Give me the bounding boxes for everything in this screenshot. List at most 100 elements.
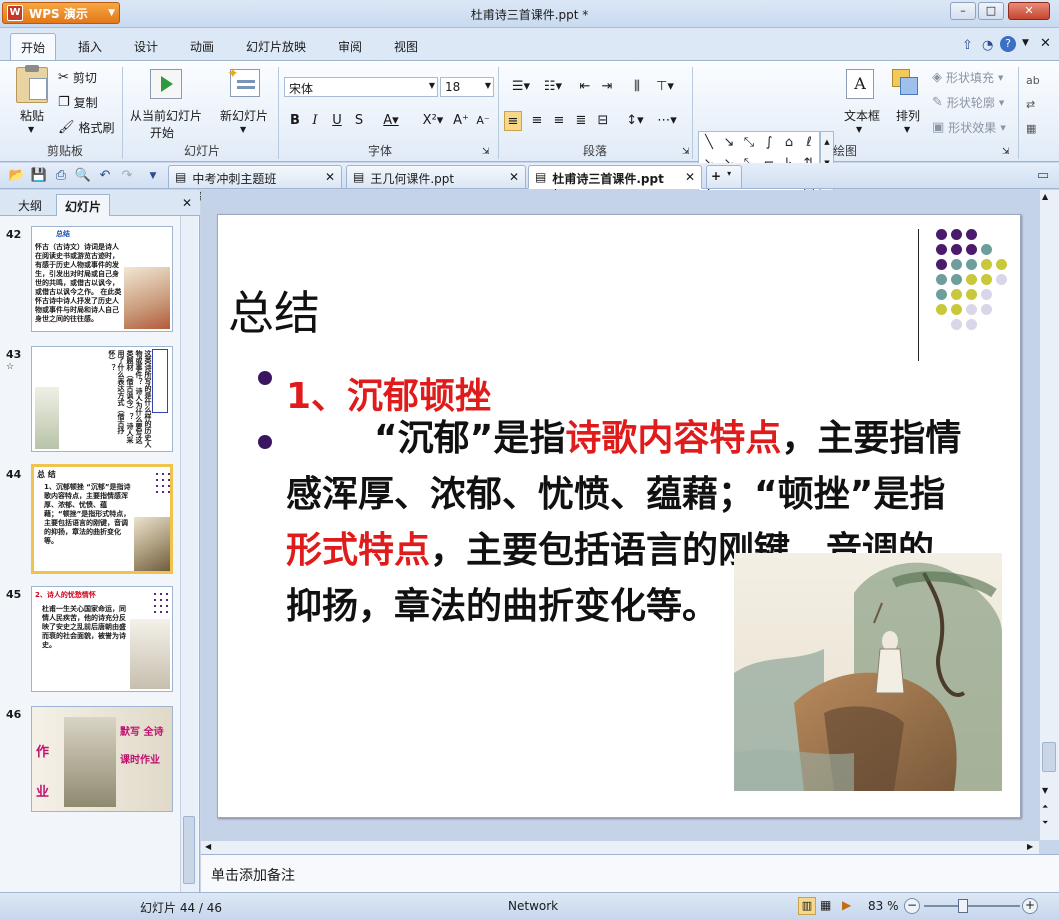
increase-font-button[interactable]: A⁺ bbox=[452, 111, 470, 131]
close-tab-icon[interactable]: ✕ bbox=[675, 170, 695, 188]
tab-list-icon[interactable]: ▭ bbox=[1034, 167, 1052, 185]
maximize-button[interactable]: □ bbox=[978, 2, 1004, 20]
copy-button[interactable]: ❐ 复制 bbox=[58, 94, 98, 111]
up-arrow-icon[interactable]: ⇧ bbox=[962, 38, 973, 53]
close-button[interactable]: ✕ bbox=[1008, 2, 1050, 20]
tab-design[interactable]: 设计 bbox=[134, 38, 158, 55]
chevron-down-icon[interactable]: ▼ bbox=[856, 125, 862, 134]
open-folder-icon[interactable]: 📂 bbox=[8, 167, 26, 185]
notes-pane[interactable]: 单击添加备注 bbox=[201, 854, 1059, 892]
tab-outline[interactable]: 大纲 bbox=[10, 194, 50, 216]
close-tab-icon[interactable]: ✕ bbox=[315, 170, 335, 188]
tab-animation[interactable]: 动画 bbox=[190, 38, 214, 55]
slide-thumbnail-44[interactable]: 总 结 1、沉郁顿挫 “沉郁”是指诗歌内容特点，主要指情感浑厚、浓郁、忧愤、蕴藉… bbox=[31, 464, 173, 574]
scroll-right-icon[interactable]: ▶ bbox=[1027, 842, 1033, 851]
paste-button[interactable]: 粘贴 bbox=[20, 107, 44, 124]
numbering-button[interactable]: ☷▾ bbox=[538, 77, 568, 97]
zoom-in-button[interactable]: + bbox=[1022, 898, 1038, 914]
play-from-current-start[interactable]: 开始 bbox=[150, 124, 174, 141]
slide-title[interactable]: 总结 bbox=[228, 277, 320, 343]
decrease-indent-button[interactable]: ⇤ bbox=[576, 77, 594, 97]
shape-effect-button[interactable]: ▣ 形状效果 ▼ bbox=[932, 119, 1006, 136]
strikethrough-button[interactable]: S bbox=[350, 111, 368, 131]
overflow-icons[interactable]: ab ⇄ ▦ bbox=[1026, 69, 1040, 141]
redo-icon[interactable]: ↷ bbox=[118, 167, 136, 185]
dialog-launcher-icon[interactable]: ⇲ bbox=[482, 147, 490, 157]
tab-view[interactable]: 视图 bbox=[394, 38, 418, 55]
text-direction-button[interactable]: ⫼ bbox=[628, 77, 646, 97]
tab-home[interactable]: 开始 bbox=[10, 33, 57, 60]
font-color-button[interactable]: A▾ bbox=[378, 111, 404, 131]
chevron-down-icon[interactable]: ▼ bbox=[904, 125, 910, 134]
slide-thumbnail-45[interactable]: 2、诗人的忧愁情怀 杜甫一生关心国家命运，同情人民疾苦，他的诗充分反映了安史之乱… bbox=[31, 586, 173, 692]
slideshow-view-icon[interactable]: ▶ bbox=[842, 898, 851, 912]
zoom-out-button[interactable]: − bbox=[904, 898, 920, 914]
slide-thumbnail-43[interactable]: 这类诗所写的是什么样的历史人物或事件？ 诗人为什么要写这类题材（借古讽今）？ 诗… bbox=[31, 346, 173, 452]
align-right-button[interactable]: ≡ bbox=[550, 111, 568, 131]
scroll-up-icon[interactable]: ▲ bbox=[1042, 192, 1048, 201]
font-size-select[interactable]: 18 ▼ bbox=[440, 77, 494, 97]
shape-fill-button[interactable]: ◈ 形状填充 ▼ bbox=[932, 69, 1003, 86]
superscript-button[interactable]: X²▾ bbox=[420, 111, 446, 131]
skin-icon[interactable]: ◔ bbox=[982, 38, 993, 53]
chevron-down-icon[interactable]: ▼ bbox=[1022, 38, 1029, 48]
increase-indent-button[interactable]: ⇥ bbox=[598, 77, 616, 97]
undo-icon[interactable]: ↶ bbox=[96, 167, 114, 185]
scroll-thumb[interactable] bbox=[183, 816, 195, 884]
close-icon[interactable]: ✕ bbox=[1040, 36, 1051, 51]
zoom-slider-handle[interactable] bbox=[958, 899, 968, 913]
italic-button[interactable]: I bbox=[306, 111, 324, 131]
double-arrow-shape-icon[interactable]: ⤡ bbox=[739, 132, 759, 153]
freeform-shape-icon[interactable]: ⌂ bbox=[779, 132, 799, 153]
scribble-shape-icon[interactable]: ℓ bbox=[799, 132, 819, 153]
font-name-select[interactable]: 宋体 ▼ bbox=[284, 77, 438, 97]
cut-button[interactable]: ✂ 剪切 bbox=[58, 69, 97, 86]
document-tab-active[interactable]: ▤杜甫诗三首课件.ppt *✕ bbox=[528, 165, 702, 201]
new-tab-button[interactable]: + ▾ bbox=[706, 165, 742, 189]
tab-insert[interactable]: 插入 bbox=[78, 38, 102, 55]
scroll-thumb[interactable] bbox=[1042, 742, 1056, 772]
minimize-button[interactable]: – bbox=[950, 2, 976, 20]
dialog-launcher-icon[interactable]: ⇲ bbox=[682, 147, 690, 157]
document-tab[interactable]: ▤中考冲刺主题班会.ppt *✕ bbox=[168, 165, 342, 203]
document-tab[interactable]: ▤ 王几何课件.ppt ✕ bbox=[346, 165, 526, 189]
slide-thumbnail-42[interactable]: 总结 怀古（古诗文）诗词是诗人在阅读史书或游览古迹时，有感于历史人物或事件的发生… bbox=[31, 226, 173, 332]
close-tab-icon[interactable]: ✕ bbox=[499, 170, 519, 188]
decrease-font-button[interactable]: A⁻ bbox=[474, 111, 492, 131]
bold-button[interactable]: B bbox=[286, 111, 304, 131]
arrange-button[interactable]: 排列 bbox=[896, 107, 920, 124]
chevron-down-icon[interactable]: ▼ bbox=[28, 125, 34, 134]
shape-outline-button[interactable]: ✎ 形状轮廓 ▼ bbox=[932, 94, 1004, 111]
line-shape-icon[interactable]: ╲ bbox=[699, 132, 719, 153]
curve-shape-icon[interactable]: ∫ bbox=[759, 132, 779, 153]
panel-scrollbar[interactable] bbox=[180, 216, 198, 892]
justify-button[interactable]: ≣ bbox=[572, 111, 590, 131]
tab-review[interactable]: 审阅 bbox=[338, 38, 362, 55]
scroll-left-icon[interactable]: ◀ bbox=[205, 842, 211, 851]
columns-button[interactable]: ⋯▾ bbox=[654, 111, 680, 131]
arrow-shape-icon[interactable]: ↘ bbox=[719, 132, 739, 153]
scroll-down-icon[interactable]: ▼ bbox=[1042, 786, 1048, 795]
next-slide-icon[interactable]: ⏷ bbox=[1042, 818, 1048, 828]
tab-slideshow[interactable]: 幻灯片放映 bbox=[246, 38, 306, 55]
align-left-button[interactable]: ≡ bbox=[504, 111, 522, 131]
landscape-painting[interactable] bbox=[734, 553, 1002, 791]
print-preview-icon[interactable]: 🔍 bbox=[74, 167, 92, 185]
new-slide-button[interactable]: 新幻灯片 bbox=[220, 107, 268, 124]
normal-view-icon[interactable]: ▥ bbox=[798, 897, 816, 915]
print-icon[interactable]: ⎙ bbox=[52, 167, 70, 185]
format-painter-button[interactable]: 🖌 格式刷 bbox=[58, 119, 115, 136]
help-icon[interactable]: ? bbox=[1000, 36, 1016, 52]
slide-sorter-icon[interactable]: ▦ bbox=[820, 898, 831, 912]
underline-button[interactable]: U bbox=[328, 111, 346, 131]
chevron-down-icon[interactable]: ▼ bbox=[240, 125, 246, 134]
close-icon[interactable]: ✕ bbox=[182, 196, 192, 210]
play-from-current-button[interactable]: 从当前幻灯片 bbox=[130, 107, 202, 124]
customize-icon[interactable]: ▼ bbox=[144, 167, 162, 185]
distribute-button[interactable]: ⊟ bbox=[594, 111, 612, 131]
align-text-button[interactable]: ⊤▾ bbox=[652, 77, 678, 97]
align-center-button[interactable]: ≡ bbox=[528, 111, 546, 131]
line-spacing-button[interactable]: ↕▾ bbox=[622, 111, 648, 131]
horizontal-scrollbar[interactable]: ◀ ▶ bbox=[201, 840, 1039, 854]
save-icon[interactable]: 💾 bbox=[30, 167, 48, 185]
